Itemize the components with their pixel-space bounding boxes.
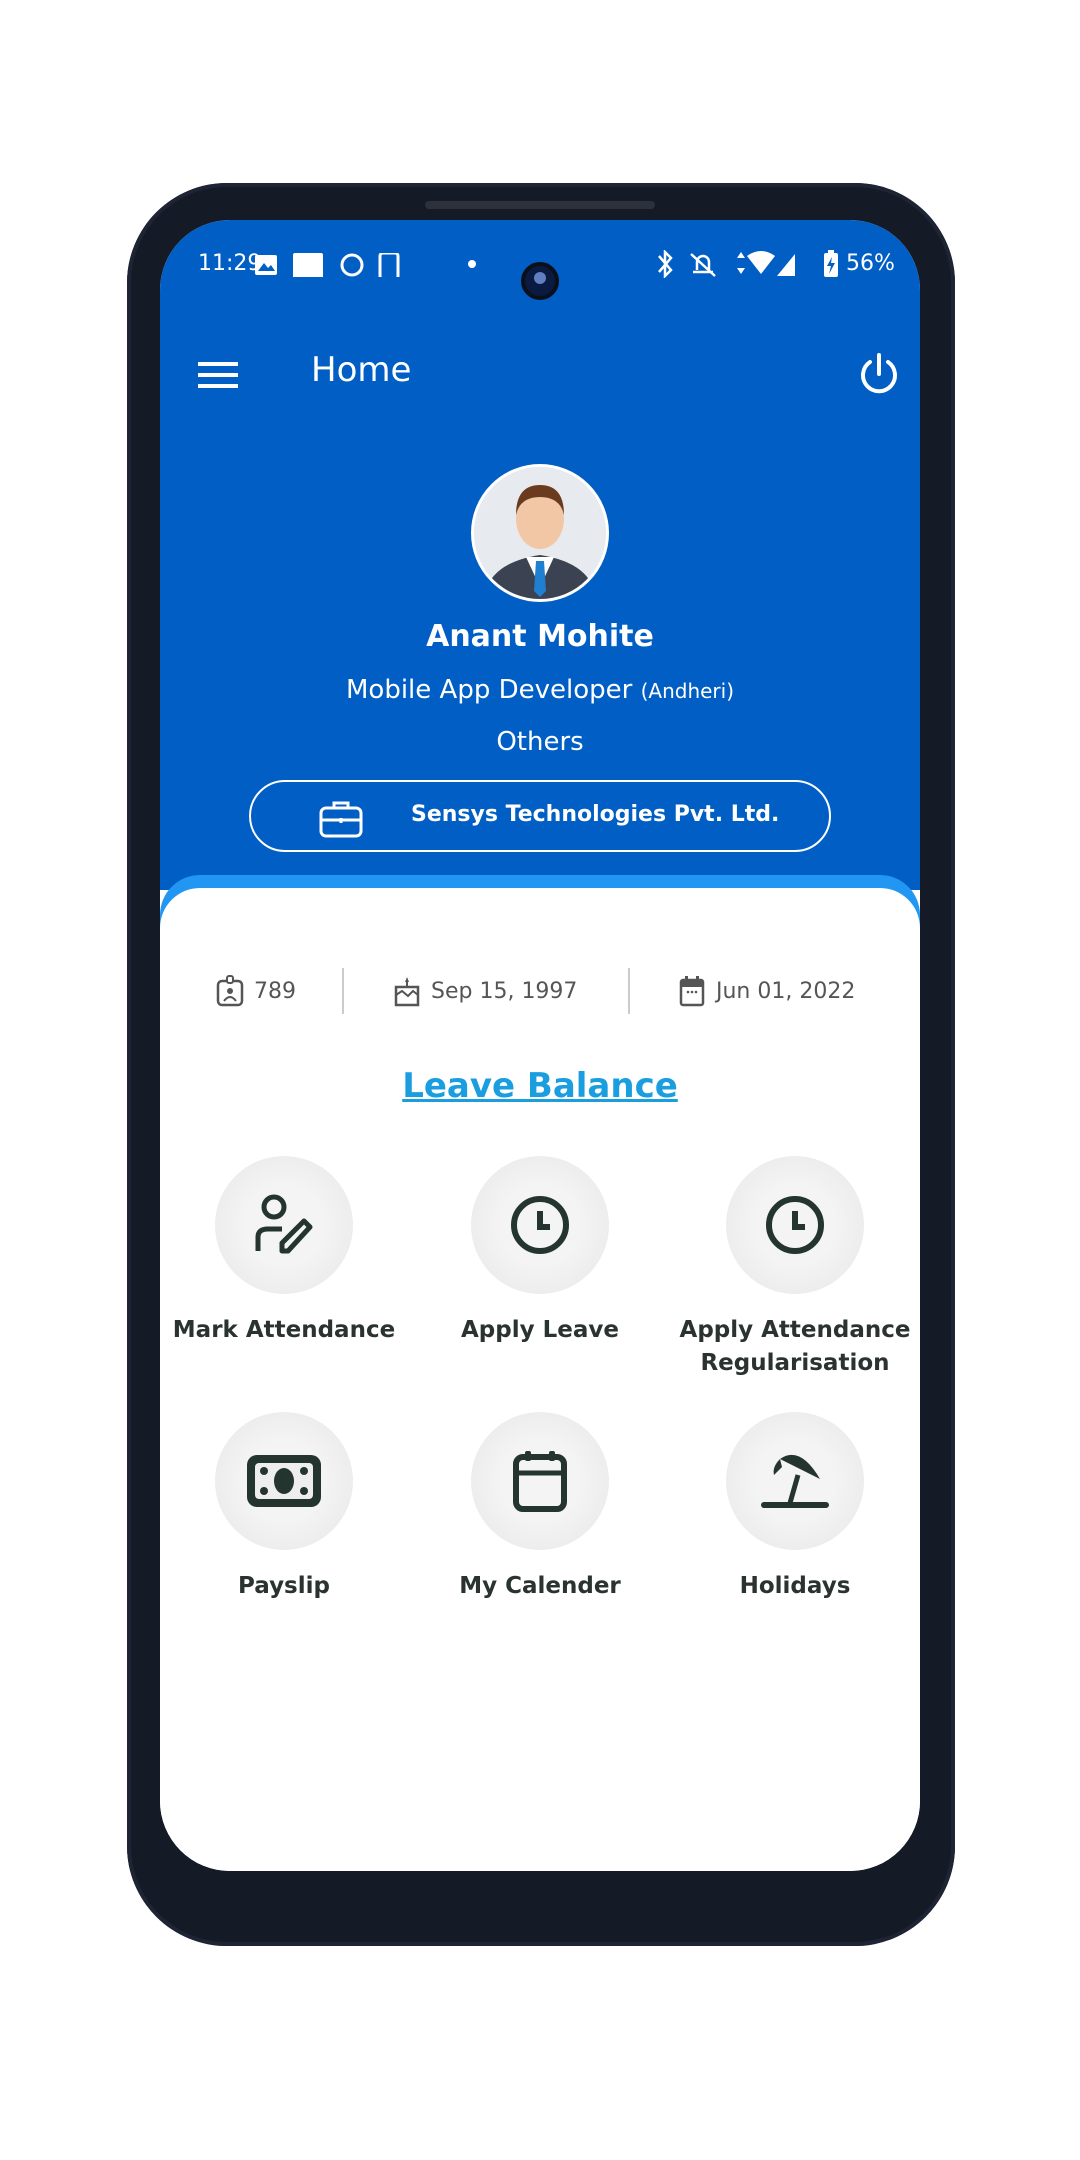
tile-holidays[interactable]: Holidays [675, 1412, 915, 1603]
avatar [471, 464, 609, 602]
tile-apply-attendance-regularisation[interactable]: Apply Attendance Regularisation [675, 1156, 915, 1380]
clock-icon [766, 1196, 824, 1254]
tile-label: Apply Attendance Regularisation [679, 1317, 911, 1376]
power-logout-icon[interactable] [858, 352, 900, 396]
divider [342, 968, 344, 1014]
department: Others [496, 727, 584, 757]
tile-payslip[interactable]: Payslip [164, 1412, 404, 1603]
screen: 11:29 56% Home Anant Mohite Mobile App D… [160, 220, 920, 1871]
tile-label: My Calender [459, 1573, 621, 1599]
money-icon [247, 1455, 321, 1507]
company-pill: Sensys Technologies Pvt. Ltd. [249, 780, 831, 852]
briefcase-icon [319, 801, 363, 838]
tile-label: Apply Leave [461, 1317, 619, 1343]
tile-label: Mark Attendance [172, 1317, 396, 1343]
leave-balance-link[interactable]: Leave Balance [160, 1066, 920, 1106]
tile-label: Holidays [739, 1573, 851, 1599]
company-name: Sensys Technologies Pvt. Ltd. [411, 802, 780, 827]
beach-umbrella-icon [761, 1454, 829, 1508]
battery-icon [824, 250, 838, 277]
location: (Andheri) [640, 679, 735, 703]
page-title: Home [311, 350, 412, 390]
calendar-icon [513, 1451, 567, 1512]
joining-date: Jun 01, 2022 [678, 975, 855, 1007]
employee-name: Anant Mohite [426, 619, 654, 654]
joining-date-value: Jun 01, 2022 [716, 978, 856, 1004]
battery-percent: 56% [846, 251, 895, 276]
status-time: 11:29 [198, 251, 262, 276]
birthday-cake-icon [394, 977, 420, 1007]
birth-date: Sep 15, 1997 [393, 975, 577, 1007]
tile-label: Payslip [238, 1573, 330, 1599]
hamburger-menu-icon[interactable] [198, 360, 238, 390]
employee-id: 789 [216, 975, 296, 1007]
divider [628, 968, 630, 1014]
designation-row: Mobile App Developer (Andheri) [160, 675, 920, 705]
user-edit-icon [255, 1194, 313, 1254]
tile-my-calender[interactable]: My Calender [420, 1412, 660, 1603]
birth-date-value: Sep 15, 1997 [431, 978, 578, 1004]
clock-icon [511, 1196, 569, 1254]
phone-speaker [425, 201, 655, 209]
status-dot [468, 260, 476, 268]
calendar-icon [679, 976, 705, 1007]
status-notification-icons [255, 253, 400, 277]
tile-mark-attendance[interactable]: Mark Attendance [164, 1156, 404, 1347]
status-system-icons [658, 250, 795, 278]
front-camera [521, 262, 559, 300]
tile-apply-leave[interactable]: Apply Leave [420, 1156, 660, 1347]
id-badge-icon [216, 975, 244, 1007]
employee-id-value: 789 [254, 978, 296, 1004]
designation: Mobile App Developer [345, 675, 633, 705]
